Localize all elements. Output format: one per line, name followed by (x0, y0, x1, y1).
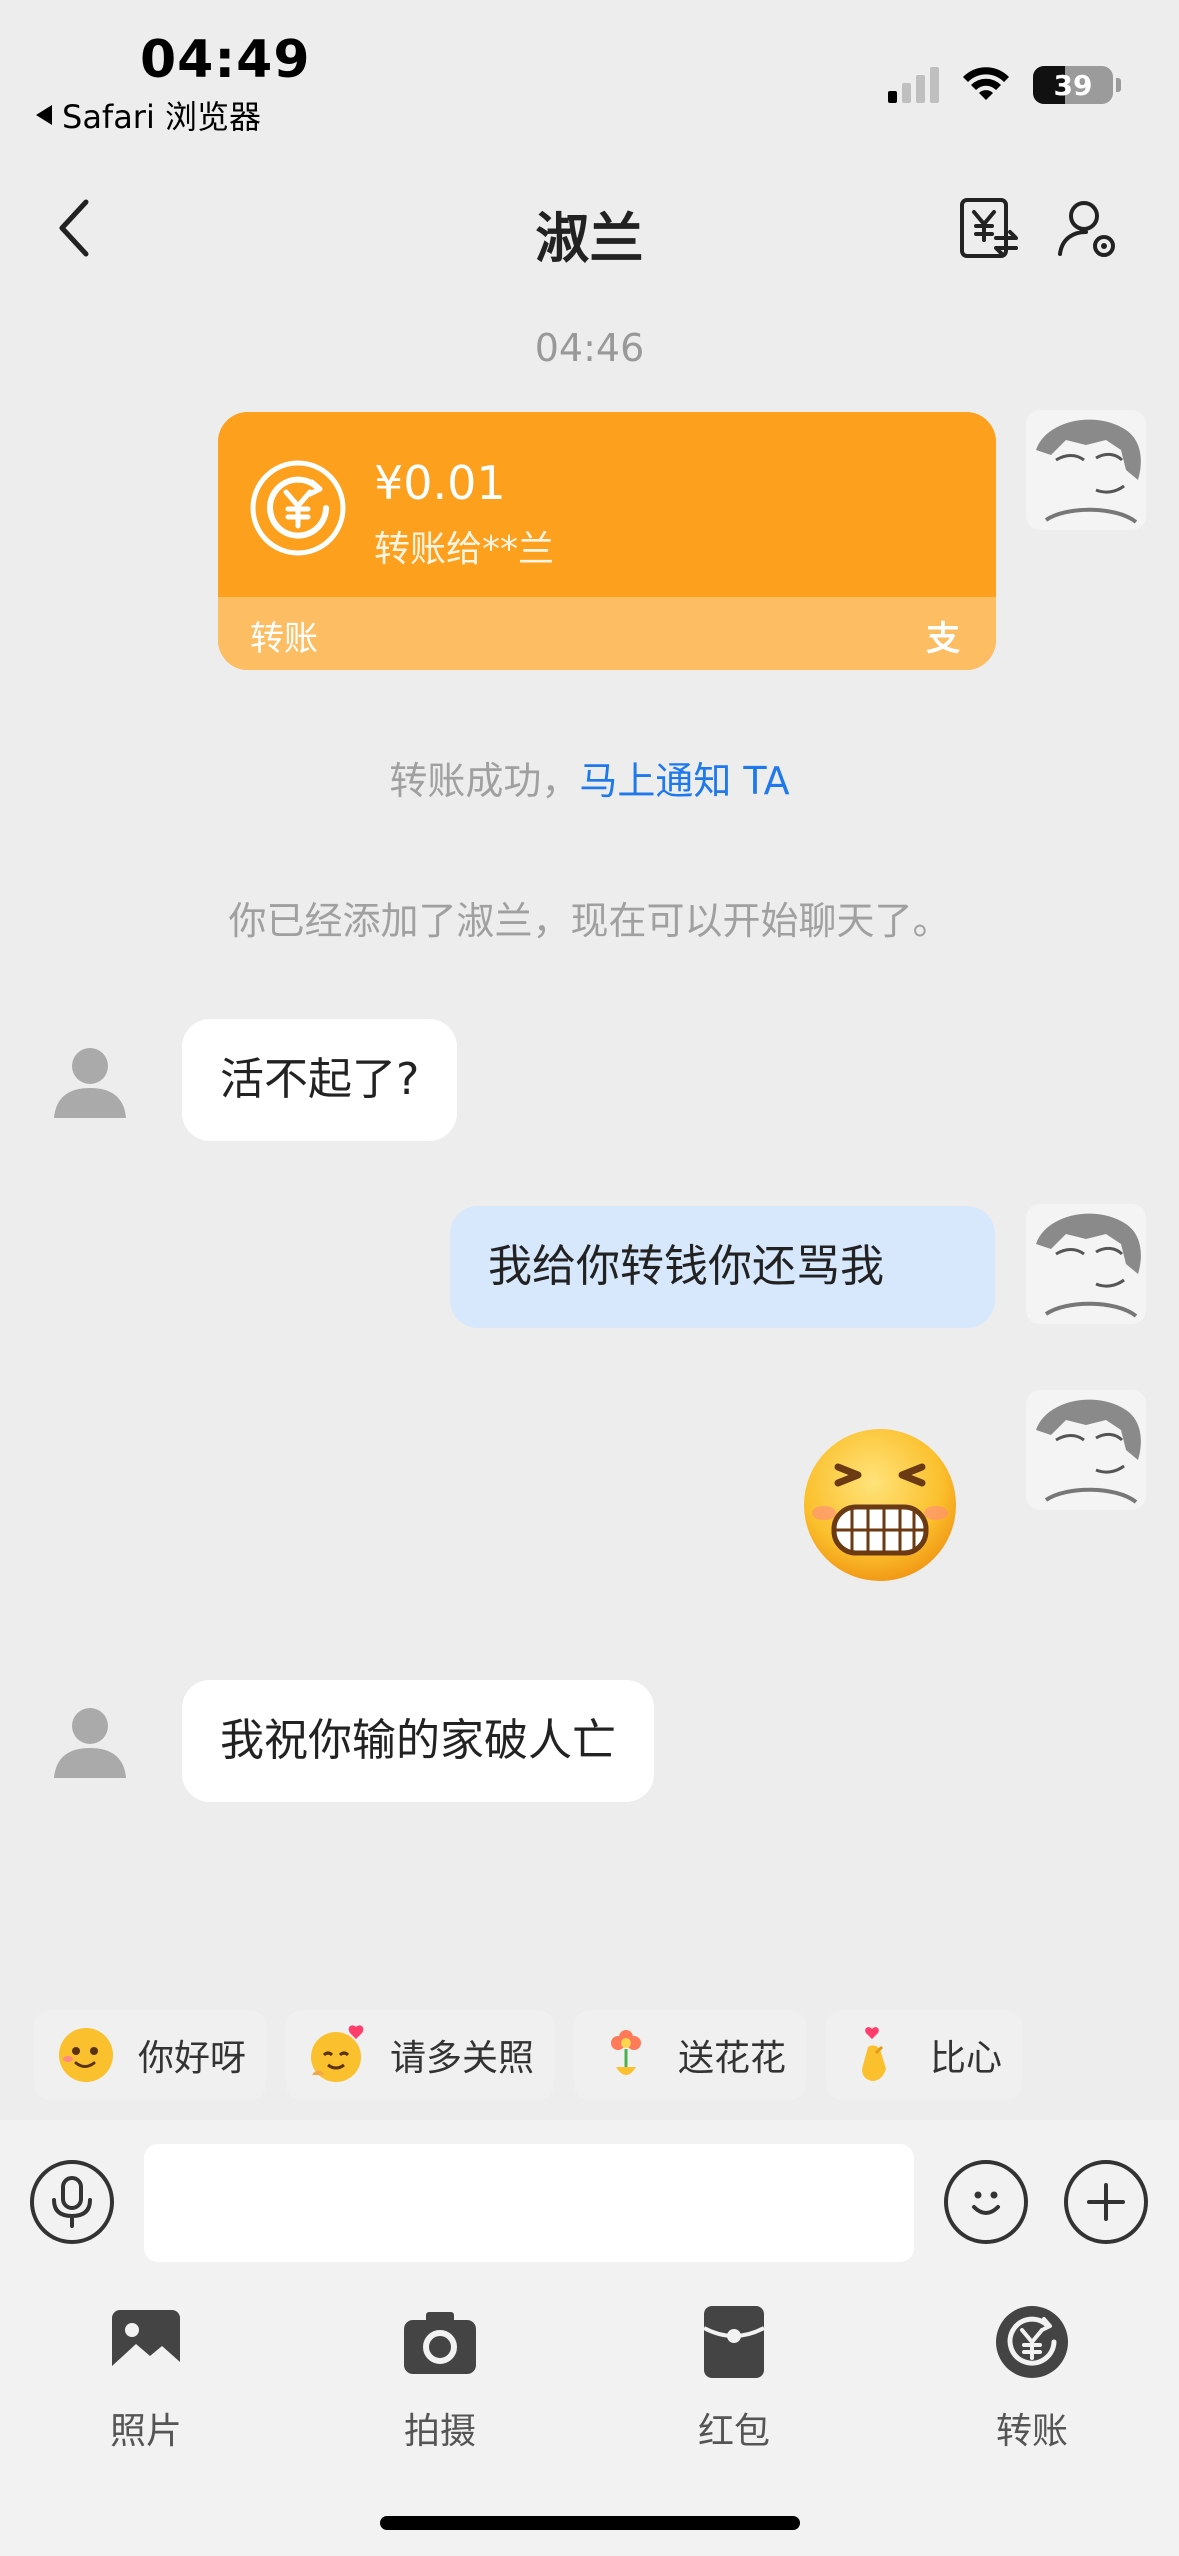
transfer-success-notice: 转账成功，马上通知 TA (0, 750, 1179, 805)
wifi-icon (963, 67, 1009, 100)
message-input-row (0, 2120, 1179, 2280)
quick-reply-label: 比心 (930, 2038, 1003, 2079)
transfer-card-top: ¥0.01 转账给**兰 (218, 412, 996, 597)
grimacing-grin-emoji[interactable] (800, 1425, 960, 1585)
incoming-message-bubble[interactable]: 我祝你输的家破人亡 (182, 1680, 654, 1802)
my-avatar[interactable] (1026, 1204, 1146, 1324)
quick-reply-label: 请多关照 (390, 2038, 535, 2079)
home-indicator[interactable] (380, 2516, 800, 2530)
transfer-amount: ¥0.01 (374, 456, 506, 510)
my-avatar[interactable] (1026, 1390, 1146, 1510)
my-avatar[interactable] (1026, 410, 1146, 530)
toolbar-label: 照片 (109, 2411, 182, 2452)
battery-tip (1116, 78, 1121, 92)
waving-face-emoji (59, 2028, 113, 2082)
battery-level: 39 (1053, 68, 1093, 102)
photo-icon (112, 2310, 180, 2374)
quick-reply-label: 你好呀 (138, 2038, 247, 2079)
transfer-success-text: 转账成功， (389, 759, 580, 803)
outgoing-message-bubble[interactable]: 我给你转钱你还骂我 (450, 1206, 995, 1328)
quick-reply-bar: 你好呀 请多关照 送花花 比心 (0, 2010, 1179, 2135)
toolbar-label: 转账 (995, 2411, 1068, 2452)
return-to-safari[interactable]: Safari 浏览器 (36, 92, 261, 138)
quick-reply-send-flower[interactable]: 送花花 (574, 2010, 807, 2100)
finger-heart-emoji (862, 2027, 887, 2081)
transfer-card-footer: 转账 支 (218, 597, 996, 670)
toolbar-red-packet[interactable]: 红包 (634, 2302, 834, 2454)
quick-reply-label: 送花花 (678, 2038, 787, 2079)
flower-emoji (611, 2030, 642, 2075)
quick-reply-hello[interactable]: 你好呀 (34, 2010, 267, 2100)
cellular-signal-icon (888, 67, 939, 103)
quick-reply-finger-heart[interactable]: 比心 (826, 2010, 1023, 2100)
notify-ta-link[interactable]: 马上通知 TA (579, 759, 789, 803)
status-indicators: 39 (888, 66, 1121, 104)
back-triangle-icon (36, 105, 52, 125)
transfer-recipient: 转账给**兰 (374, 529, 555, 570)
return-app-label: Safari 浏览器 (62, 98, 262, 136)
message-text-input[interactable] (144, 2144, 914, 2262)
red-packet-icon (703, 2306, 765, 2378)
quick-reply-please-care[interactable]: 请多关照 (286, 2010, 555, 2100)
default-avatar-icon[interactable] (50, 1040, 130, 1120)
user-settings-icon[interactable] (1056, 196, 1120, 260)
plus-icon (1087, 2183, 1125, 2221)
microphone-icon (52, 2176, 92, 2228)
camera-icon (404, 2312, 476, 2374)
chat-screen: 04:49 Safari 浏览器 39 淑兰 04:46 ¥0.01 转账给**… (0, 0, 1179, 2556)
alipay-mark-icon: 支 (926, 619, 960, 659)
hugging-heart-emoji (311, 2025, 364, 2082)
transfer-icon (996, 2306, 1068, 2378)
battery-icon: 39 (1033, 66, 1113, 104)
toolbar-photo[interactable]: 照片 (46, 2302, 246, 2454)
toolbar-transfer[interactable]: 转账 (932, 2302, 1132, 2454)
default-avatar-icon[interactable] (50, 1700, 130, 1780)
action-toolbar: 照片 拍摄 红包 转账 (0, 2280, 1179, 2556)
emoji-picker-button[interactable] (944, 2160, 1028, 2244)
transfer-card[interactable]: ¥0.01 转账给**兰 转账 支 (218, 412, 996, 670)
transfer-record-icon[interactable] (956, 196, 1020, 260)
more-actions-button[interactable] (1064, 2160, 1148, 2244)
yuan-coin-icon (250, 460, 346, 556)
status-time: 04:49 (140, 30, 311, 90)
toolbar-camera[interactable]: 拍摄 (340, 2302, 540, 2454)
friend-added-notice: 你已经添加了淑兰，现在可以开始聊天了。 (228, 899, 951, 943)
incoming-message-bubble[interactable]: 活不起了? (182, 1019, 458, 1141)
transfer-label: 转账 (250, 619, 318, 659)
message-timestamp: 04:46 (534, 326, 645, 370)
voice-input-button[interactable] (30, 2160, 114, 2244)
smiley-icon (972, 2191, 1000, 2215)
toolbar-label: 红包 (697, 2411, 770, 2452)
toolbar-label: 拍摄 (403, 2411, 476, 2452)
